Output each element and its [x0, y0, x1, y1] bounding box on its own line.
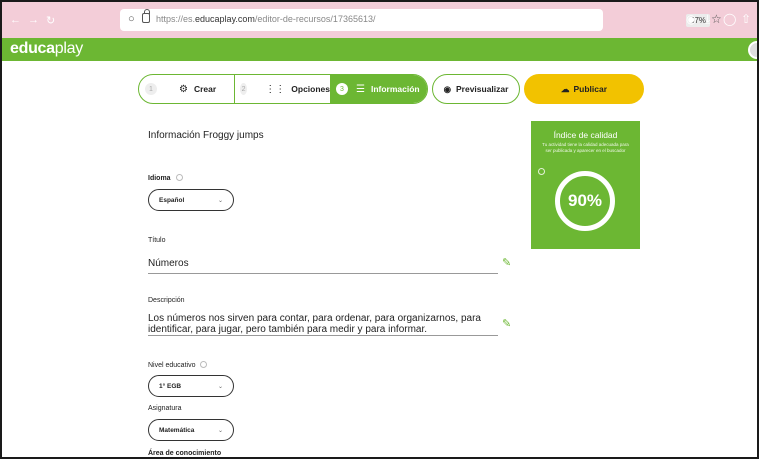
form-heading: Información Froggy jumps	[148, 130, 264, 141]
edit-description-pencil-icon[interactable]: ✎	[502, 317, 511, 330]
subject-select[interactable]: Matemática ⌄	[148, 419, 234, 441]
info-icon[interactable]	[200, 361, 208, 368]
educaplay-logo[interactable]: educaplay	[10, 40, 83, 58]
editor-steps: 1 ⚙ Crear 2 ⋮⋮ Opciones 3 ☰ Información	[138, 74, 428, 104]
bookmark-star-icon[interactable]: ☆	[711, 12, 722, 26]
title-underline	[148, 273, 498, 274]
chevron-down-icon: ⌄	[217, 384, 223, 390]
reload-icon[interactable]: ↻	[46, 14, 55, 27]
area-label: Área de conocimiento	[148, 450, 222, 457]
quality-title: Índice de calidad	[553, 130, 618, 140]
eye-icon: ◉	[443, 83, 451, 94]
step-number: 1	[145, 83, 157, 95]
shield-icon[interactable]: ○	[128, 13, 135, 25]
language-label: Idioma	[148, 174, 183, 182]
app-header: educaplay	[2, 38, 757, 61]
extensions-icon[interactable]: ⇧	[741, 12, 751, 26]
info-icon[interactable]	[175, 174, 183, 181]
cloud-upload-icon: ☁	[560, 83, 570, 94]
chevron-down-icon: ⌄	[217, 428, 223, 434]
lock-icon[interactable]	[142, 9, 150, 23]
chevron-down-icon: ⌄	[217, 198, 223, 204]
quality-description: Tu actividad tiene la calidad adecuada p…	[542, 142, 629, 153]
address-bar[interactable]: ○ https://es.educaplay.com/editor-de-rec…	[120, 9, 722, 31]
user-avatar[interactable]	[748, 41, 757, 59]
subject-label: Asignatura	[148, 405, 182, 412]
description-underline	[148, 335, 498, 336]
title-label: Título	[148, 237, 166, 244]
title-input[interactable]: Números	[148, 258, 189, 269]
publish-label: Publicar	[573, 84, 608, 94]
step-label: Información	[370, 84, 420, 94]
description-label: Descripción	[148, 297, 185, 304]
account-icon[interactable]: ◯	[723, 12, 736, 26]
pocket-icon[interactable]: ◉	[686, 12, 696, 26]
edit-title-pencil-icon[interactable]: ✎	[502, 256, 511, 269]
description-text: Los números nos sirven para contar, para…	[148, 313, 481, 335]
step-crear[interactable]: 1 ⚙ Crear	[139, 75, 235, 103]
puzzle-icon: ⚙	[179, 83, 188, 95]
window: ← → ↻ ○ https://es.educaplay.com/editor-…	[0, 0, 759, 459]
subject-value: Matemática	[159, 426, 195, 434]
browser-toolbar: ← → ↻ ○ https://es.educaplay.com/editor-…	[2, 2, 757, 38]
sliders-icon: ⋮⋮	[265, 83, 286, 95]
language-select[interactable]: Español ⌄	[148, 189, 234, 211]
step-number: 2	[240, 83, 248, 95]
list-icon: ☰	[356, 83, 365, 95]
level-label: Nivel educativo	[148, 361, 208, 369]
description-input[interactable]: Los números nos sirven para contar, para…	[148, 313, 498, 335]
forward-arrow-icon[interactable]: →	[28, 14, 39, 26]
step-label: Opciones	[291, 84, 330, 94]
preview-label: Previsualizar	[455, 84, 509, 94]
url-text[interactable]: https://es.educaplay.com/editor-de-recur…	[156, 14, 375, 24]
step-number: 3	[336, 83, 348, 95]
step-informacion[interactable]: 3 ☰ Información	[331, 75, 427, 103]
quality-score-ring: 90%	[555, 171, 615, 231]
level-select[interactable]: 1° EGB ⌄	[148, 375, 234, 397]
publish-button[interactable]: ☁ Publicar	[524, 74, 644, 104]
quality-index-card: Índice de calidad Tu actividad tiene la …	[531, 121, 640, 249]
preview-button[interactable]: ◉ Previsualizar	[432, 74, 520, 104]
download-icon[interactable]: ⤓	[705, 12, 710, 27]
step-label: Crear	[193, 84, 217, 94]
step-opciones[interactable]: 2 ⋮⋮ Opciones	[235, 75, 331, 103]
level-value: 1° EGB	[159, 382, 182, 390]
language-value: Español	[159, 196, 185, 204]
back-arrow-icon[interactable]: ←	[10, 14, 21, 26]
quality-score: 90%	[567, 191, 603, 210]
info-icon[interactable]	[538, 168, 545, 175]
